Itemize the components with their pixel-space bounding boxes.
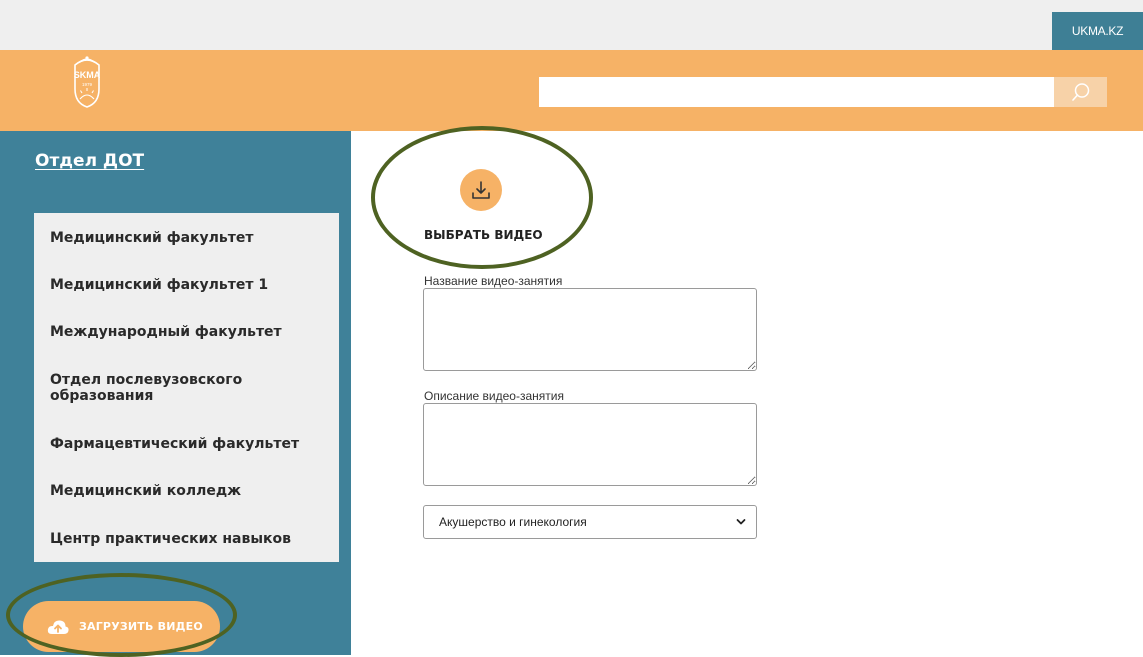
search-button[interactable] <box>1054 77 1107 107</box>
chevron-down-icon <box>736 519 746 525</box>
sidebar-item-medical-faculty[interactable]: Медицинский факультет <box>50 230 335 246</box>
category-select-value: Акушерство и гинекология <box>439 515 587 529</box>
sidebar-title-link[interactable]: Отдел ДОТ <box>35 151 144 171</box>
pick-video-button[interactable] <box>460 169 502 211</box>
category-select[interactable]: Акушерство и гинекология <box>423 505 757 539</box>
main-content: ВЫБРАТЬ ВИДЕО Название видео-занятия Опи… <box>351 131 1143 655</box>
video-title-field[interactable] <box>423 288 757 371</box>
faculty-menu: Медицинский факультет Медицинский факуль… <box>34 213 339 562</box>
skma-logo-icon[interactable]: SKMA 1979 <box>62 53 112 111</box>
sidebar-item-postgraduate-department[interactable]: Отдел послевузовского образования <box>50 372 335 404</box>
video-description-label: Описание видео-занятия <box>424 389 564 403</box>
cloud-upload-icon <box>47 619 69 634</box>
search-input[interactable] <box>539 77 1054 107</box>
sidebar-item-medical-faculty-1[interactable]: Медицинский факультет 1 <box>50 277 335 293</box>
logo-text: SKMA <box>74 70 101 80</box>
upload-video-button[interactable]: ЗАГРУЗИТЬ ВИДЕО <box>23 601 220 652</box>
ukma-site-link[interactable]: UKMA.KZ <box>1052 12 1143 50</box>
sidebar: Отдел ДОТ Медицинский факультет Медицинс… <box>0 131 351 655</box>
pick-video-label[interactable]: ВЫБРАТЬ ВИДЕО <box>424 228 543 242</box>
video-description-field[interactable] <box>423 403 757 486</box>
sidebar-item-medical-college[interactable]: Медицинский колледж <box>50 483 335 499</box>
sidebar-item-pharmaceutical-faculty[interactable]: Фармацевтический факультет <box>50 436 335 452</box>
sidebar-item-international-faculty[interactable]: Международный факультет <box>50 324 335 340</box>
video-title-label: Название видео-занятия <box>424 274 563 288</box>
header: SKMA 1979 <box>0 50 1143 131</box>
upload-video-label: ЗАГРУЗИТЬ ВИДЕО <box>79 620 203 633</box>
search-icon <box>1071 83 1089 101</box>
logo-year: 1979 <box>82 82 93 87</box>
download-icon <box>472 181 490 199</box>
top-bar: UKMA.KZ <box>0 0 1143 50</box>
sidebar-item-practical-skills-center[interactable]: Центр практических навыков <box>50 531 335 547</box>
